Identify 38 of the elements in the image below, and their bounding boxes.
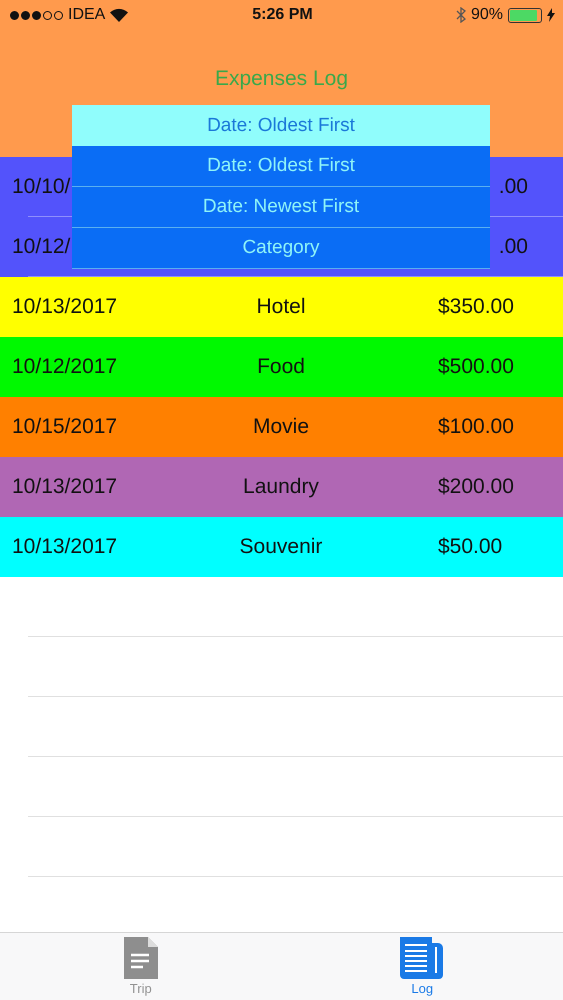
expense-row[interactable]: 10/15/2017 Movie $100.00 (0, 397, 563, 457)
expense-amount: .00 (498, 235, 528, 259)
expense-date: 10/12/2017 (12, 355, 118, 379)
expense-amount: $100.00 (438, 415, 515, 439)
expense-category: Hotel (256, 295, 306, 318)
battery-percent: 90% (470, 6, 503, 24)
screen-title: Expenses Log (214, 67, 348, 91)
expense-date: 10/13/2017 (12, 295, 118, 319)
expense-amount: .00 (498, 175, 528, 199)
expense-row[interactable]: 10/13/2017 Laundry $200.00 (0, 457, 563, 517)
signal-icon (10, 10, 63, 20)
battery-icon (508, 8, 542, 22)
status-time: 5:26 PM (252, 6, 313, 24)
wifi-icon (110, 8, 128, 22)
expense-category: Souvenir (240, 535, 322, 558)
expense-row[interactable]: 10/12/2017 Food $500.00 (0, 337, 563, 397)
expense-amount: $200.00 (438, 475, 515, 499)
expense-category: Food (257, 355, 305, 378)
expense-category: Movie (252, 415, 310, 438)
charging-icon (547, 8, 555, 22)
expense-amount: $50.00 (438, 535, 504, 559)
expense-row[interactable]: 10/13/2017 Hotel $350.00 (0, 277, 563, 337)
expense-row[interactable]: 10/13/2017 Souvenir $50.00 (0, 517, 563, 577)
tab-item[interactable]: Log (282, 933, 563, 1000)
expense-date: 10/10/ (12, 175, 72, 199)
expense-date: 10/13/2017 (12, 475, 118, 499)
expense-category: Laundry (243, 475, 319, 498)
expense-date: 10/13/2017 (12, 535, 118, 559)
sort-dropdown[interactable]: Date: Oldest First (72, 105, 490, 146)
newspaper-icon (400, 937, 444, 979)
document-icon (124, 937, 158, 979)
carrier-name: IDEA (68, 6, 106, 24)
expense-date: 10/15/2017 (12, 415, 118, 439)
expense-amount: $350.00 (438, 295, 515, 319)
expense-amount: $500.00 (438, 355, 515, 379)
tab-item[interactable]: Trip (0, 933, 282, 1000)
expense-date: 10/12/ (12, 235, 72, 259)
bluetooth-icon (456, 7, 466, 23)
